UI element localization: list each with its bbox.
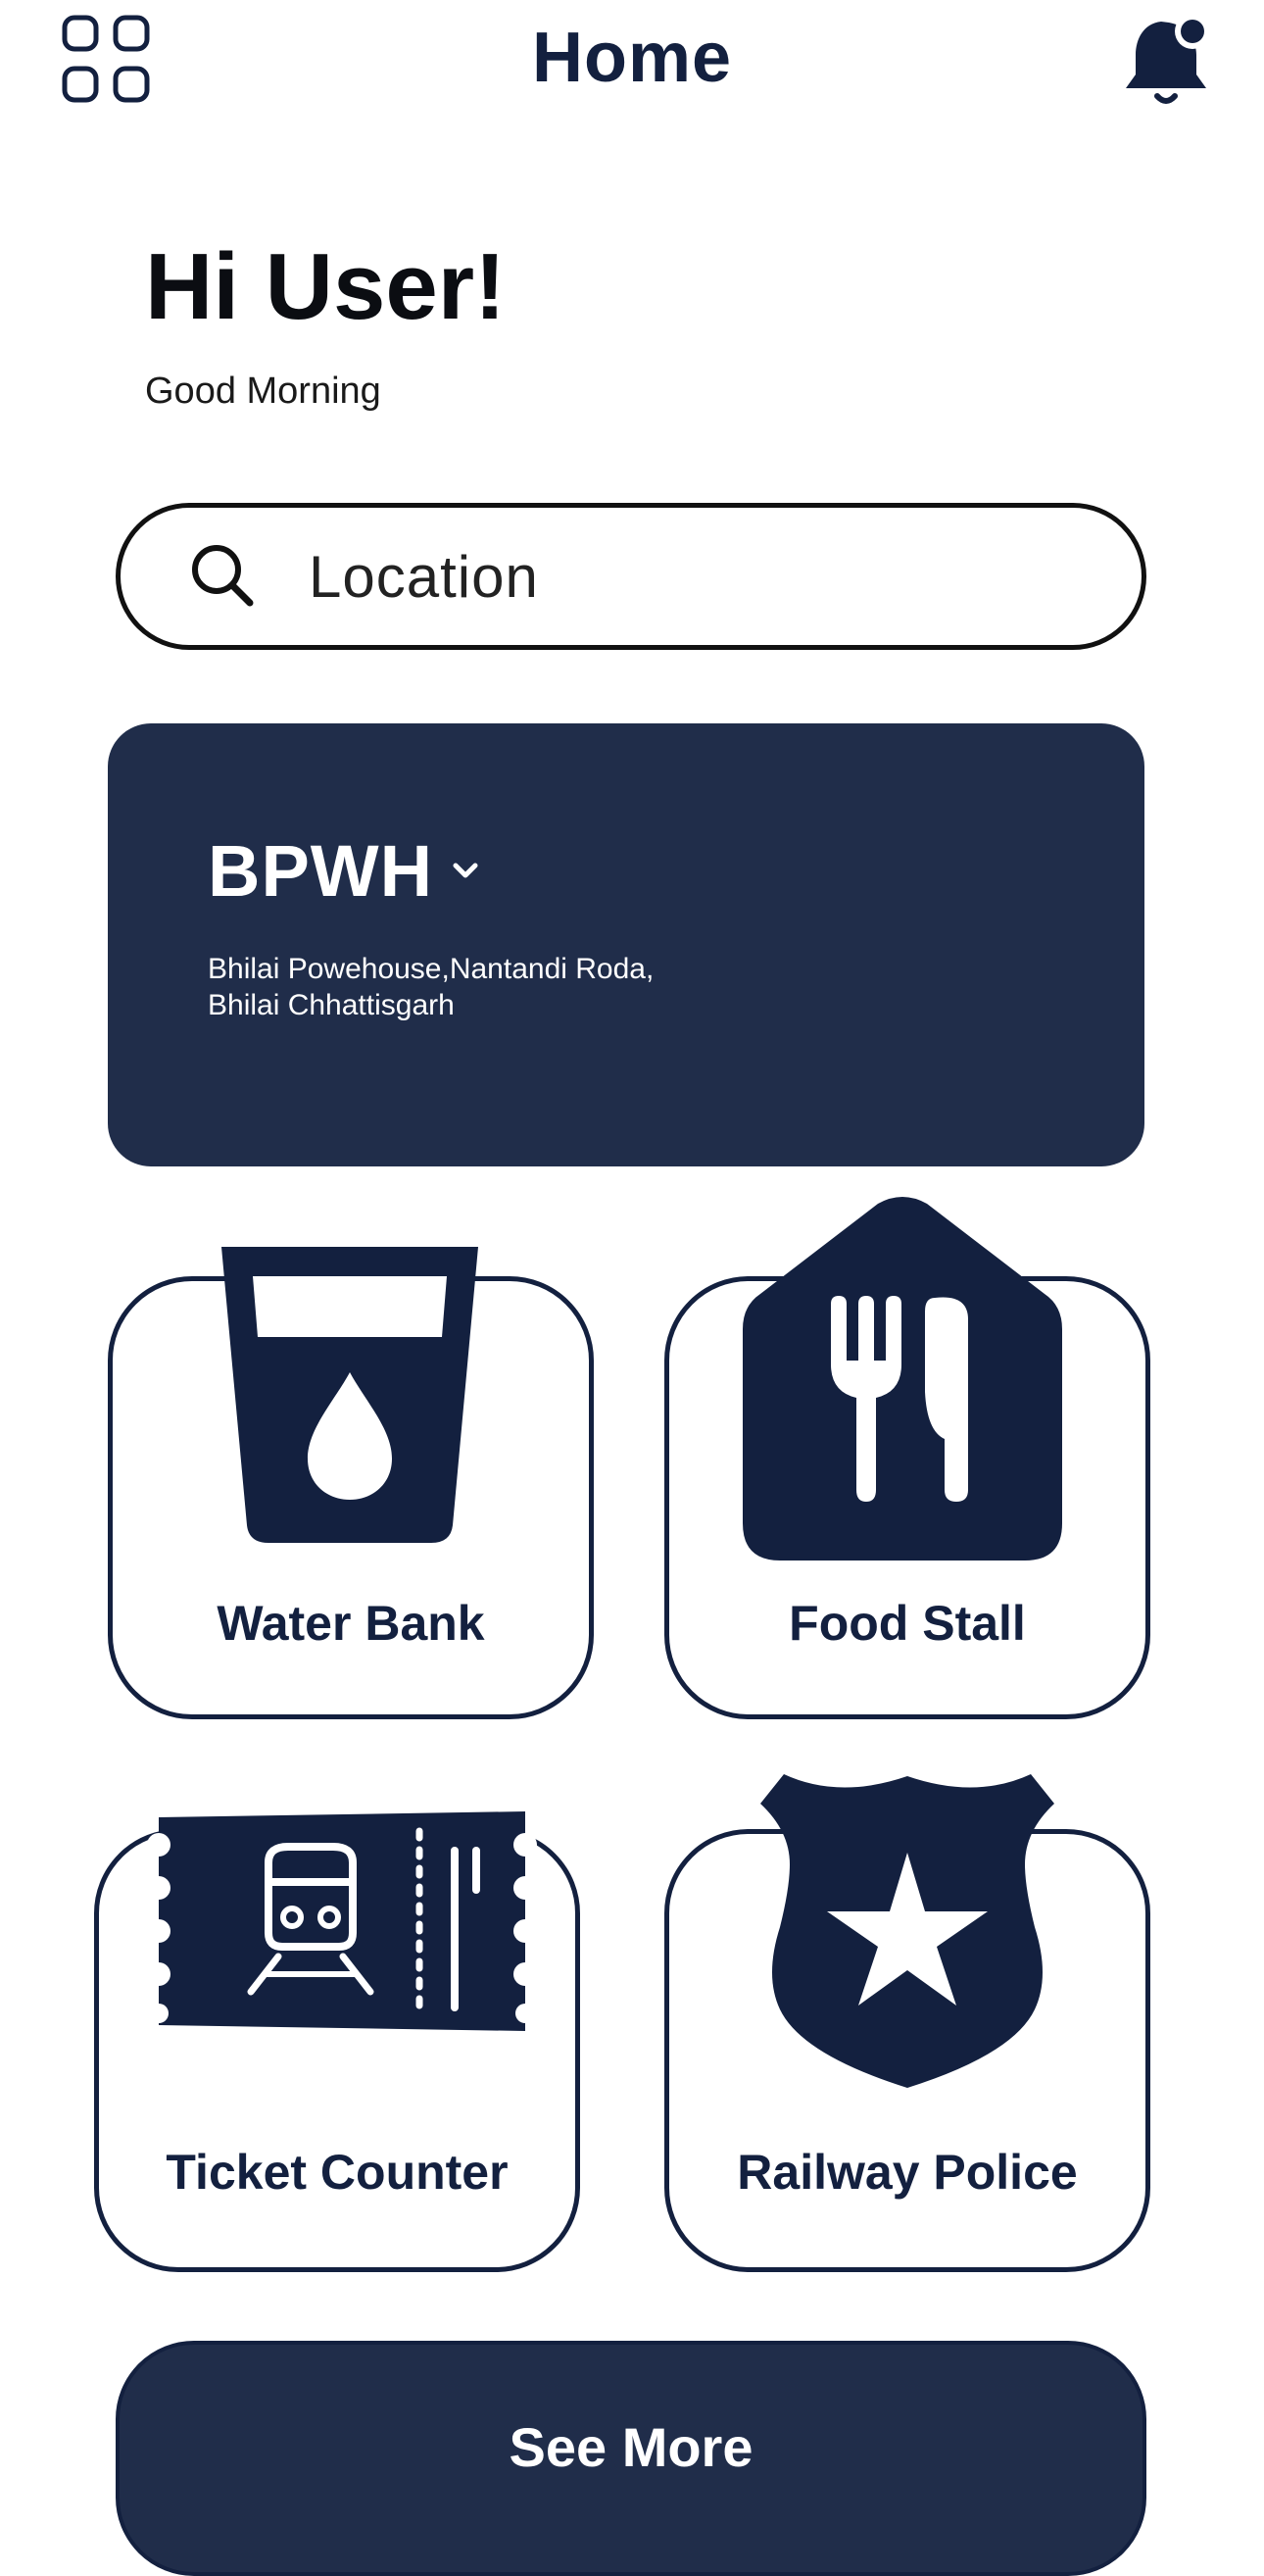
location-input[interactable] xyxy=(307,541,1055,612)
station-address-line2: Bhilai Chhattisgarh xyxy=(208,989,455,1021)
greeting-subtitle: Good Morning xyxy=(145,371,381,412)
station-address: Bhilai Powehouse,Nantandi Roda, Bhilai C… xyxy=(208,951,796,1023)
service-label: Water Bank xyxy=(217,1596,485,1651)
fork-knife-icon xyxy=(743,1197,1062,1560)
station-card[interactable]: BPWH Bhilai Powehouse,Nantandi Roda, Bhi… xyxy=(108,723,1144,1166)
bell-icon[interactable] xyxy=(1122,14,1220,104)
police-badge-icon xyxy=(760,1774,1054,2088)
water-glass-icon xyxy=(221,1247,478,1543)
service-label: Food Stall xyxy=(789,1596,1026,1651)
service-label: Ticket Counter xyxy=(166,2145,509,2200)
greeting-title: Hi User! xyxy=(145,234,507,339)
search-icon xyxy=(192,545,254,607)
station-address-line1: Bhilai Powehouse,Nantandi Roda, xyxy=(208,953,655,985)
page-title: Home xyxy=(531,19,733,97)
train-ticket-icon xyxy=(147,1811,537,2031)
chevron-down-icon[interactable] xyxy=(451,859,480,884)
service-label: Railway Police xyxy=(737,2145,1078,2200)
see-more-button[interactable]: See More xyxy=(116,2341,1146,2576)
location-search[interactable] xyxy=(116,503,1146,650)
station-code: BPWH xyxy=(208,830,434,912)
